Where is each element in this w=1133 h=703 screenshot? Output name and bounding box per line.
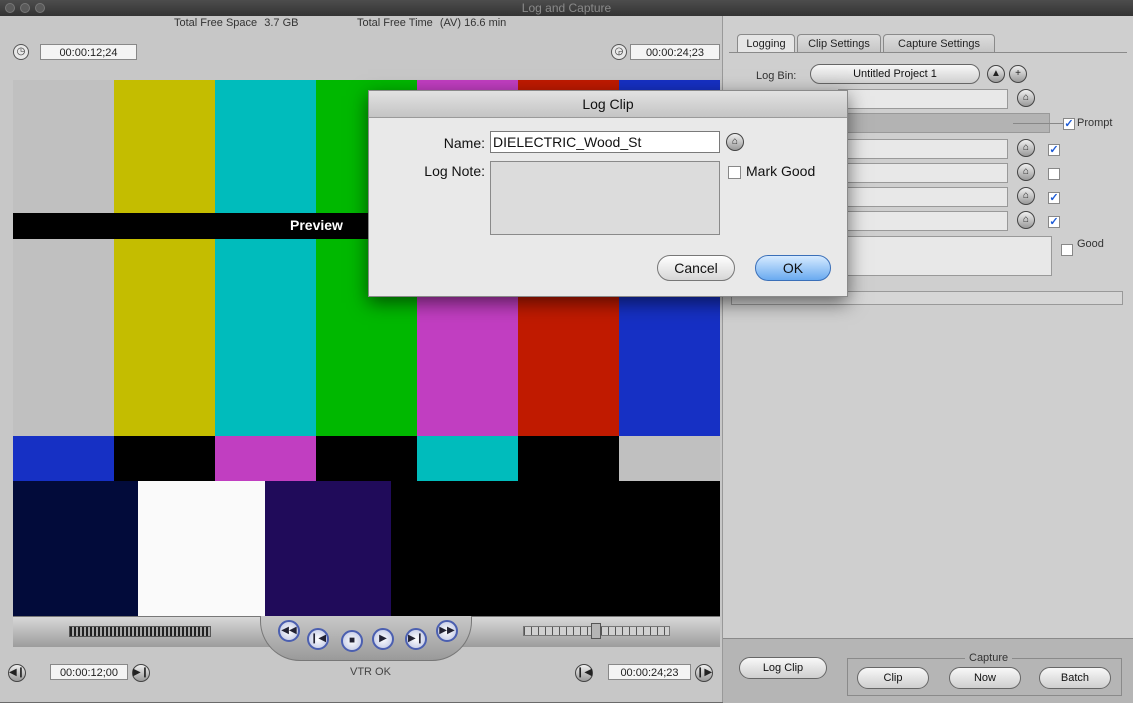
current-clock-icon: ◶ [611,44,627,60]
color-bar-row2 [13,436,114,481]
fast-forward-icon[interactable]: ▶▶ [436,620,458,642]
reel-field[interactable] [838,89,1008,109]
shot-checkbox[interactable]: ✓ [1048,192,1060,204]
color-bar-row2 [215,436,316,481]
free-time-value: (AV) 16.6 min [439,17,507,29]
color-bar-cyan [215,80,316,436]
reel-slate-icon[interactable]: ⌂ [1017,89,1035,107]
capture-batch-button[interactable]: Batch [1039,667,1111,689]
tab-capture-settings[interactable]: Capture Settings [883,34,995,52]
go-to-in-icon[interactable]: ◀❙ [8,664,26,682]
duration-clock-icon: ◷ [13,44,29,60]
prompt-label: Prompt [1077,117,1113,129]
ok-button[interactable]: OK [755,255,831,281]
vtr-status: VTR OK [350,666,391,678]
log-note-label: Log Note: [424,163,485,179]
description-field[interactable] [838,139,1008,159]
color-bar-row2 [114,436,215,481]
go-to-out-icon[interactable]: ❙▶ [695,664,713,682]
free-space-label: Total Free Space [174,17,258,29]
in-point-timecode[interactable]: 00:00:12;00 [50,664,128,680]
close-icon[interactable] [5,3,15,13]
zoom-icon[interactable] [35,3,45,13]
capture-now-button[interactable]: Now [949,667,1021,689]
mark-good-label: Mark Good [746,163,816,179]
free-time-info: Total Free Time (AV) 16.6 min [357,17,506,29]
jog-control[interactable] [523,623,670,639]
current-timecode[interactable]: 00:00:24;23 [630,44,720,60]
rewind-icon[interactable]: ◀◀ [278,620,300,642]
name-input[interactable]: DIELECTRIC_Wood_St [490,131,720,153]
tab-divider [729,52,1127,53]
name-slate-icon[interactable]: ⌂ [726,133,744,151]
jog-handle[interactable] [591,623,601,639]
pluge-white [138,481,265,616]
good-checkbox[interactable] [1061,244,1073,256]
color-bar-row2 [518,436,619,481]
out-point-timecode[interactable]: 00:00:24;23 [608,664,691,680]
free-space-value: 3.7 GB [264,17,299,29]
window-titlebar: Log and Capture [0,0,1133,16]
description-checkbox[interactable]: ✓ [1048,144,1060,156]
shot-field[interactable] [838,187,1008,207]
capture-group-label: Capture [965,652,1013,664]
shuttle-control[interactable] [69,626,211,637]
scene-checkbox[interactable] [1048,168,1060,180]
name-label: Name: [443,135,485,151]
log-bin-label: Log Bin: [756,70,797,82]
color-bar-yellow [114,80,215,436]
scene-slate-icon[interactable]: ⌂ [1017,163,1035,181]
step-forward-icon[interactable]: ▶❙ [405,628,427,650]
shot-slate-icon[interactable]: ⌂ [1017,187,1035,205]
angle-field[interactable] [838,211,1008,231]
prompt-line [1013,123,1063,124]
new-bin-icon[interactable]: + [1009,65,1027,83]
free-space-info: Total Free Space 3.7 GB [174,17,298,29]
log-note-field[interactable] [838,236,1052,276]
angle-slate-icon[interactable]: ⌂ [1017,211,1035,229]
pluge-navy [13,481,138,616]
color-bar-row2 [417,436,518,481]
tab-logging[interactable]: Logging [737,34,795,52]
log-clip-dialog: Log Clip Name: DIELECTRIC_Wood_St ⌂ Log … [368,90,848,297]
capture-clip-button[interactable]: Clip [857,667,929,689]
log-note-input[interactable] [490,161,720,235]
step-back-icon[interactable]: ❙◀ [307,628,329,650]
log-bin-up-icon[interactable]: ▲ [987,65,1005,83]
scene-field[interactable] [838,163,1008,183]
log-bin-selector[interactable]: Untitled Project 1 [810,64,980,84]
stop-icon[interactable]: ■ [341,630,363,652]
description-slate-icon[interactable]: ⌂ [1017,139,1035,157]
window-title: Log and Capture [521,1,612,15]
transport-buttons: ◀◀ ❙◀ ■ ▶ ▶❙ ▶▶ [260,616,472,661]
tab-clip-settings[interactable]: Clip Settings [797,34,881,52]
duration-timecode[interactable]: 00:00:12;24 [40,44,137,60]
cancel-button[interactable]: Cancel [657,255,735,281]
free-time-label: Total Free Time [357,17,433,29]
dialog-title: Log Clip [369,91,847,118]
mark-good-checkbox[interactable] [728,166,741,179]
play-icon[interactable]: ▶ [372,628,394,650]
good-label: Good [1077,238,1104,250]
color-bar-gray [13,80,114,436]
mark-out-icon[interactable]: ❙◀ [575,664,593,682]
preview-overlay-text: Preview [290,217,343,233]
color-bar-row2 [316,436,417,481]
pluge-black [391,481,720,616]
mark-in-icon[interactable]: ▶❙ [132,664,150,682]
pluge-purple [265,481,391,616]
angle-checkbox[interactable]: ✓ [1048,216,1060,228]
minimize-icon[interactable] [20,3,30,13]
log-clip-button[interactable]: Log Clip [739,657,827,679]
color-bar-row2 [619,436,720,481]
prompt-checkbox[interactable]: ✓ [1063,118,1075,130]
